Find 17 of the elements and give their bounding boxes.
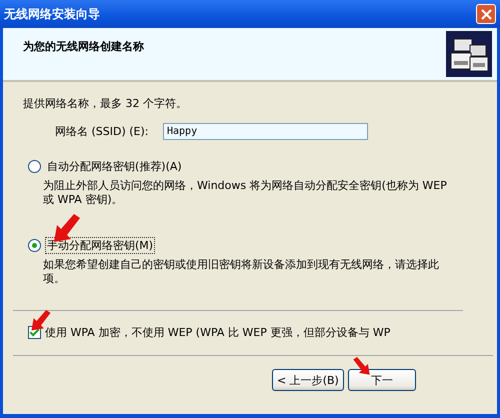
checkbox-label: 使用 WPA 加密，不使用 WEP (WPA 比 WEP 更强，但部分设备与 WP [45, 325, 390, 340]
option-description: 为阻止外部人员访问您的网络，Windows 将为网络自动分配安全密钥(也称为 WEP 或 WPA 密钥)。 [43, 179, 448, 207]
instruction-text: 提供网络名称，最多 32 个字符。 [23, 96, 188, 111]
radio-label: 自动分配网络密钥(推荐)(A) [46, 159, 183, 175]
close-button[interactable] [476, 4, 496, 24]
page-heading: 为您的无线网络创建名称 [23, 39, 144, 54]
field-label: 网络名 (SSID) (E): [55, 124, 150, 139]
computers-icon [446, 31, 492, 77]
wizard-button[interactable]: < 上一步(B) [272, 369, 344, 391]
option-description: 如果您希望创建自己的密钥或使用旧密钥将新设备添加到现有无线网络，请选择此项。 [43, 258, 440, 286]
window-title: 无线网络安装向导 [4, 6, 100, 22]
ssid-field[interactable]: Happy [163, 123, 368, 140]
arrow-icon [352, 357, 371, 376]
radio-button[interactable] [28, 160, 41, 173]
close-icon [480, 8, 492, 20]
wizard-button[interactable]: 下一 [348, 369, 416, 391]
radio-button[interactable] [28, 239, 41, 252]
